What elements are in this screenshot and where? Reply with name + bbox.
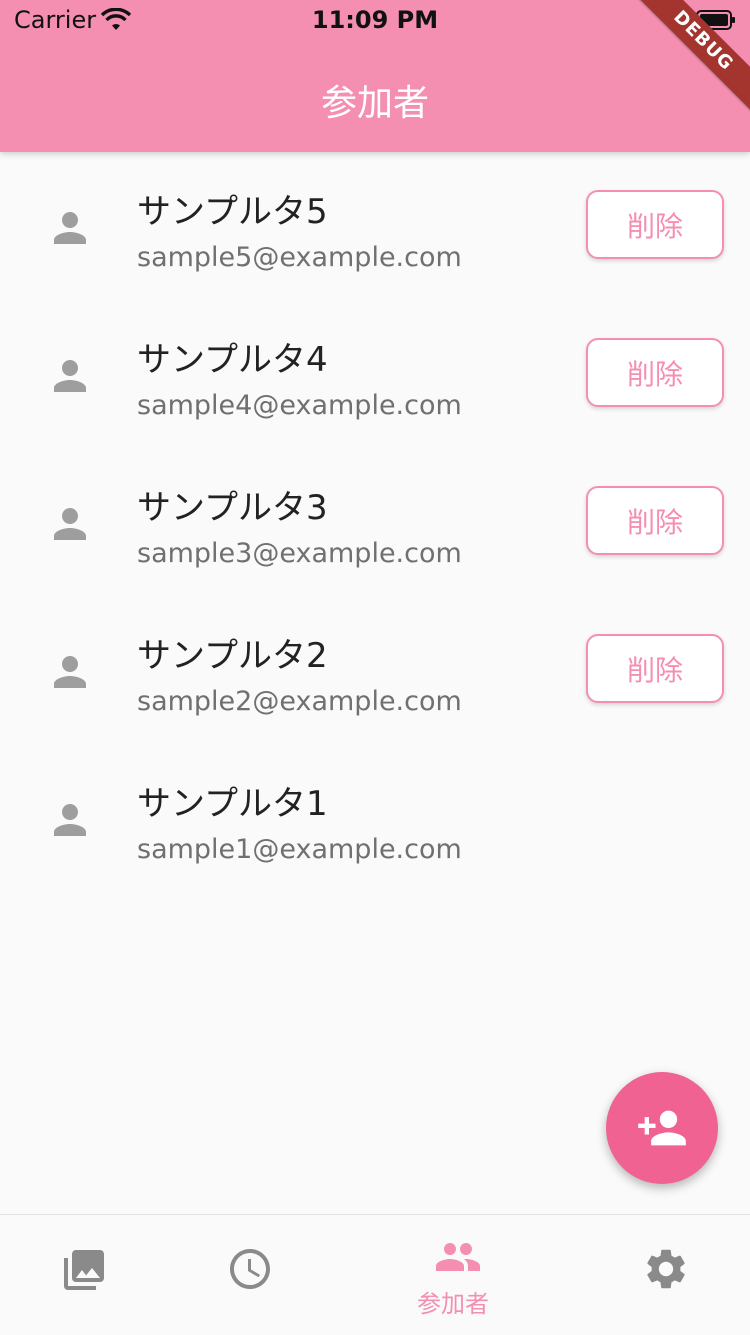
participant-email: sample5@example.com	[137, 242, 462, 273]
person-icon	[54, 212, 86, 244]
person-icon	[54, 804, 86, 836]
participant-name: サンプルタ3	[137, 488, 328, 528]
participant-name: サンプルタ5	[137, 192, 328, 232]
participant-name: サンプルタ4	[137, 340, 328, 380]
delete-button[interactable]: 削除	[586, 338, 724, 407]
page-title: 参加者	[320, 83, 429, 124]
list-item: サンプルタ5 sample5@example.com 削除	[0, 152, 750, 300]
nav-item-photos[interactable]	[0, 1215, 166, 1335]
settings-icon	[647, 1249, 685, 1289]
list-item: サンプルタ1 sample1@example.com	[0, 744, 750, 892]
participant-name: サンプルタ2	[137, 636, 328, 676]
nav-item-history[interactable]	[166, 1215, 332, 1335]
person-icon	[54, 360, 86, 392]
participant-name: サンプルタ1	[137, 784, 328, 824]
bottom-navigation: 参加者	[0, 1214, 750, 1335]
list-item: サンプルタ3 sample3@example.com 削除	[0, 448, 750, 596]
status-time: 11:09 PM	[311, 6, 439, 34]
participant-email: sample4@example.com	[137, 390, 462, 421]
app-bar: Carrier 11:09 PM 参加者 DEBUG	[0, 0, 750, 152]
delete-button[interactable]: 削除	[586, 486, 724, 555]
photo-library-icon	[64, 1250, 104, 1290]
clock-icon	[230, 1249, 270, 1289]
delete-button[interactable]: 削除	[586, 190, 724, 259]
list-item: サンプルタ4 sample4@example.com 削除	[0, 300, 750, 448]
list-item: サンプルタ2 sample2@example.com 削除	[0, 596, 750, 744]
participant-email: sample3@example.com	[137, 538, 462, 569]
nav-item-settings[interactable]	[582, 1215, 750, 1335]
person-icon	[54, 656, 86, 688]
add-participant-button[interactable]	[606, 1072, 718, 1184]
nav-label-participants: 参加者	[417, 1290, 489, 1318]
participant-email: sample1@example.com	[137, 834, 462, 865]
nav-item-participants[interactable]: 参加者	[332, 1215, 582, 1335]
participant-list: サンプルタ5 sample5@example.com 削除 サンプルタ4 sam…	[0, 152, 750, 892]
person-icon	[54, 508, 86, 540]
participant-email: sample2@example.com	[137, 686, 462, 717]
people-icon	[436, 1243, 480, 1271]
delete-button[interactable]: 削除	[586, 634, 724, 703]
person-add-icon	[638, 1110, 686, 1146]
